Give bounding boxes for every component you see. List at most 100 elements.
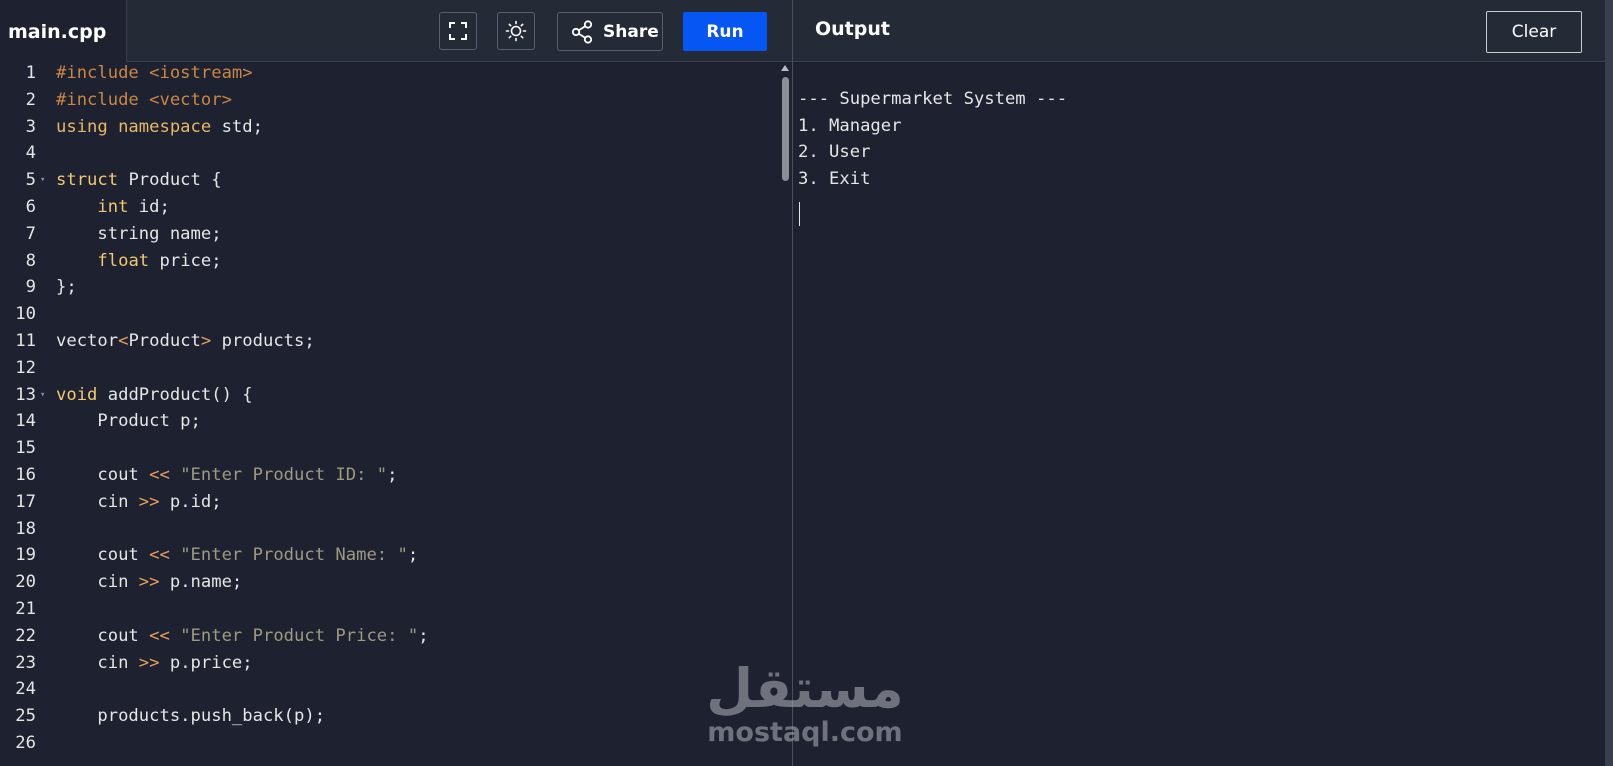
code-line[interactable]: 17 cin >> p.id; bbox=[0, 489, 780, 516]
code-token: cin bbox=[56, 572, 139, 593]
code-token: struct bbox=[56, 170, 119, 191]
code-token: ; bbox=[418, 625, 429, 646]
code-text: }; bbox=[56, 274, 77, 301]
code-line[interactable]: 11 vector<Product> products; bbox=[0, 328, 780, 355]
code-token: Product { bbox=[118, 170, 222, 191]
code-line[interactable]: 20 cin >> p.name; bbox=[0, 569, 780, 596]
output-panel[interactable]: --- Supermarket System --- 1. Manager 2. U… bbox=[793, 62, 1605, 766]
code-line[interactable]: 19 cout << "Enter Product Name: "; bbox=[0, 542, 780, 569]
line-number: 22 bbox=[15, 625, 36, 646]
theme-toggle-button[interactable] bbox=[497, 12, 535, 50]
code-token: string name; bbox=[56, 223, 222, 244]
code-text: cin >> p.id; bbox=[56, 489, 222, 516]
code-token: using namespace bbox=[56, 116, 212, 137]
code-line[interactable]: 24 bbox=[0, 676, 780, 703]
window-scrollbar[interactable] bbox=[1605, 0, 1613, 766]
line-number: 14 bbox=[15, 411, 36, 432]
code-line[interactable]: 9}; bbox=[0, 274, 780, 301]
output-line: 2. User bbox=[798, 142, 871, 163]
code-token: int bbox=[97, 197, 129, 217]
share-label: Share bbox=[603, 21, 659, 42]
output-line: 1. Manager bbox=[798, 115, 902, 136]
code-text: float price; bbox=[56, 248, 221, 275]
code-text: Product p; bbox=[56, 408, 201, 435]
code-token: "Enter Product ID: " bbox=[169, 465, 388, 485]
line-number: 20 bbox=[15, 572, 36, 593]
code-line[interactable]: 22 cout << "Enter Product Price: "; bbox=[0, 623, 780, 650]
line-number: 24 bbox=[15, 679, 36, 700]
line-number: 15 bbox=[15, 438, 36, 459]
code-line[interactable]: 16 cout << "Enter Product ID: "; bbox=[0, 462, 780, 489]
code-token: < bbox=[118, 331, 129, 351]
line-number: 17 bbox=[15, 491, 36, 512]
fullscreen-button[interactable] bbox=[439, 12, 477, 50]
code-line[interactable]: 21 bbox=[0, 596, 780, 623]
code-line[interactable]: 1 #include <iostream> bbox=[0, 62, 780, 87]
output-line: 3. Exit bbox=[798, 169, 871, 190]
fold-arrow-icon[interactable]: ▾ bbox=[40, 167, 45, 194]
code-line[interactable]: 23 cin >> p.price; bbox=[0, 650, 780, 677]
code-line[interactable]: 3 using namespace std; bbox=[0, 114, 780, 141]
line-number: 7 bbox=[25, 223, 36, 244]
watermark-latin: mostaql.com bbox=[707, 717, 903, 748]
line-number: 5 bbox=[25, 170, 36, 191]
file-tab-main-cpp[interactable]: main.cpp bbox=[0, 0, 127, 62]
code-line[interactable]: 6 int id; bbox=[0, 194, 780, 221]
text-cursor bbox=[799, 202, 800, 226]
line-number: 26 bbox=[15, 733, 36, 753]
line-number: 12 bbox=[15, 357, 36, 378]
code-token: p.id; bbox=[159, 491, 222, 512]
line-number: 10 bbox=[15, 304, 36, 325]
code-text: cout << "Enter Product Price: "; bbox=[56, 623, 429, 650]
code-text: cout << "Enter Product ID: "; bbox=[56, 462, 398, 489]
fold-arrow-icon[interactable]: ▾ bbox=[40, 382, 45, 409]
share-icon bbox=[571, 19, 593, 44]
code-text: #include <iostream> bbox=[56, 62, 253, 87]
code-line[interactable]: 25 products.push_back(p); bbox=[0, 703, 780, 730]
code-line[interactable]: 14 Product p; bbox=[0, 408, 780, 435]
code-text: cin >> p.name; bbox=[56, 569, 242, 596]
code-token: >> bbox=[138, 491, 160, 512]
scroll-up-arrow-icon[interactable] bbox=[781, 65, 789, 71]
code-line[interactable]: 10 bbox=[0, 301, 780, 328]
code-token: ; bbox=[387, 465, 398, 485]
code-token: << bbox=[149, 545, 170, 566]
code-line[interactable]: 18 bbox=[0, 516, 780, 543]
output-title: Output bbox=[815, 18, 890, 40]
line-number: 9 bbox=[25, 277, 36, 298]
code-text: string name; bbox=[56, 221, 222, 248]
sun-icon bbox=[505, 20, 527, 42]
code-editor[interactable]: 1 #include <iostream> 2 #include <vector> 3 u… bbox=[0, 62, 792, 766]
code-token: Product bbox=[128, 331, 201, 351]
code-token: cout bbox=[56, 465, 150, 485]
code-token: }; bbox=[56, 277, 77, 298]
line-number: 23 bbox=[15, 652, 36, 673]
code-token: products.push_back(p); bbox=[56, 706, 326, 727]
code-text: using namespace std; bbox=[56, 114, 263, 141]
editor-scrollbar-thumb[interactable] bbox=[782, 77, 789, 181]
code-text: vector<Product> products; bbox=[56, 328, 315, 355]
code-line[interactable]: 15 bbox=[0, 435, 780, 462]
code-line[interactable]: 8 float price; bbox=[0, 248, 780, 275]
code-token: << bbox=[149, 465, 170, 485]
code-line[interactable]: 12 bbox=[0, 355, 780, 382]
line-number: 4 bbox=[25, 143, 36, 164]
code-line[interactable]: 4 bbox=[0, 140, 780, 167]
share-button[interactable]: Share bbox=[557, 12, 663, 51]
code-line[interactable]: 2 #include <vector> bbox=[0, 87, 780, 114]
code-text: struct Product { bbox=[56, 167, 222, 194]
code-text: int id; bbox=[56, 194, 170, 221]
clear-button[interactable]: Clear bbox=[1486, 11, 1582, 53]
code-line[interactable]: 7 string name; bbox=[0, 221, 780, 248]
code-line[interactable]: 26 bbox=[0, 730, 780, 757]
code-text: products.push_back(p); bbox=[56, 703, 325, 730]
code-token: std; bbox=[211, 116, 263, 137]
run-button[interactable]: Run bbox=[683, 12, 767, 51]
code-text: cin >> p.price; bbox=[56, 650, 252, 677]
code-token: id; bbox=[128, 197, 170, 217]
line-number: 1 bbox=[25, 63, 36, 83]
code-line[interactable]: 5 ▾ struct Product { bbox=[0, 167, 780, 194]
code-token: Product p; bbox=[56, 411, 201, 432]
code-line[interactable]: 13 ▾ void addProduct() { bbox=[0, 382, 780, 409]
